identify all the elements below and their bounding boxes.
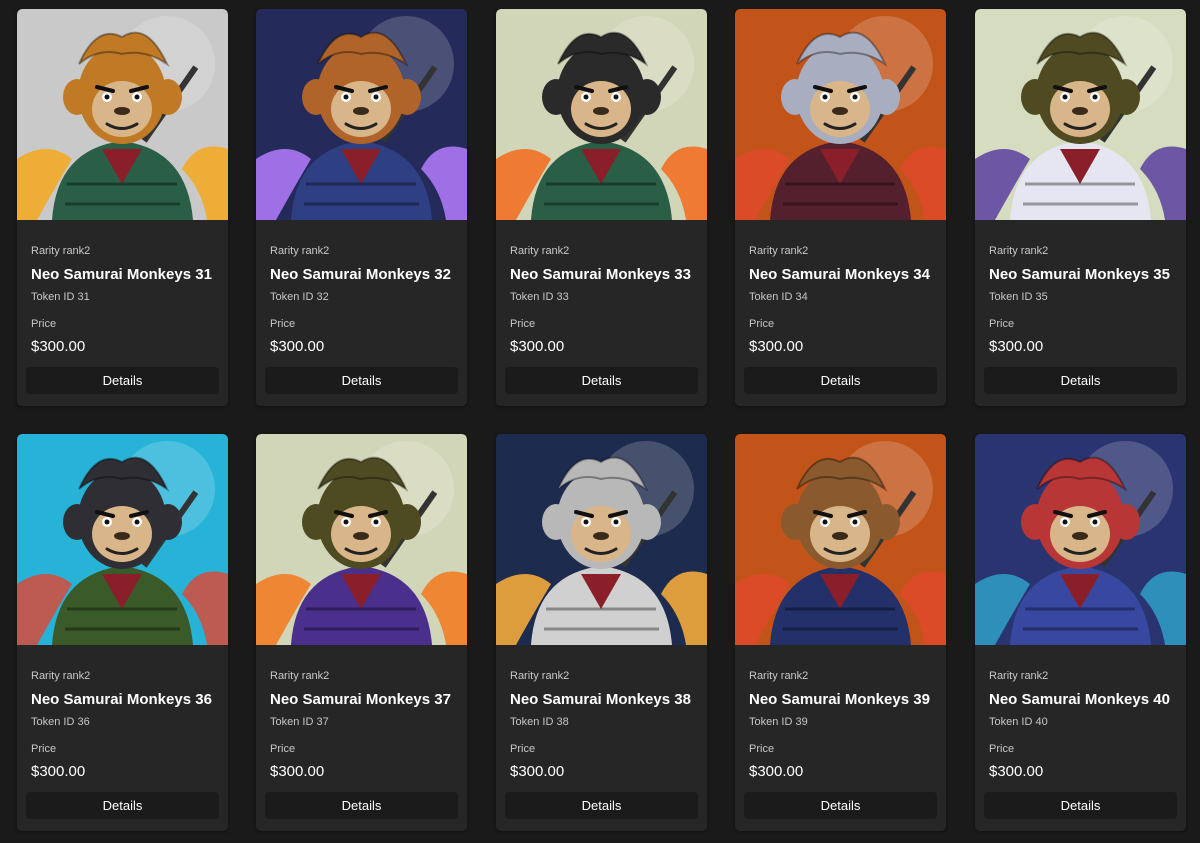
rarity-rank-label: Rarity rank2 (749, 670, 809, 682)
nft-title: Neo Samurai Monkeys 35 (989, 266, 1170, 283)
nft-artwork-image[interactable] (17, 9, 228, 220)
nft-artwork-image[interactable] (496, 434, 707, 645)
nft-title: Neo Samurai Monkeys 31 (31, 266, 212, 283)
rarity-rank-label: Rarity rank2 (270, 245, 330, 257)
token-id-label: Token ID 37 (270, 716, 329, 728)
nft-artwork-image[interactable] (496, 9, 707, 220)
nft-title: Neo Samurai Monkeys 37 (270, 691, 451, 708)
nft-card[interactable]: Rarity rank2 Neo Samurai Monkeys 31 Toke… (17, 9, 228, 406)
nft-card[interactable]: Rarity rank2 Neo Samurai Monkeys 33 Toke… (496, 9, 707, 406)
nft-artwork-image[interactable] (975, 434, 1186, 645)
token-id-label: Token ID 33 (510, 291, 569, 303)
nft-card[interactable]: Rarity rank2 Neo Samurai Monkeys 32 Toke… (256, 9, 467, 406)
price-value: $300.00 (31, 763, 86, 780)
nft-artwork-image[interactable] (735, 9, 946, 220)
nft-artwork-image[interactable] (256, 434, 467, 645)
price-label: Price (31, 318, 57, 330)
details-button[interactable]: Details (26, 792, 219, 819)
token-id-label: Token ID 40 (989, 716, 1048, 728)
price-label: Price (989, 318, 1015, 330)
nft-artwork-image[interactable] (735, 434, 946, 645)
nft-artwork-image[interactable] (256, 9, 467, 220)
token-id-label: Token ID 39 (749, 716, 808, 728)
price-label: Price (749, 318, 775, 330)
nft-card[interactable]: Rarity rank2 Neo Samurai Monkeys 39 Toke… (735, 434, 946, 831)
rarity-rank-label: Rarity rank2 (989, 670, 1049, 682)
nft-title: Neo Samurai Monkeys 32 (270, 266, 451, 283)
nft-artwork-image[interactable] (17, 434, 228, 645)
rarity-rank-label: Rarity rank2 (510, 670, 570, 682)
nft-title: Neo Samurai Monkeys 33 (510, 266, 691, 283)
nft-card[interactable]: Rarity rank2 Neo Samurai Monkeys 35 Toke… (975, 9, 1186, 406)
nft-title: Neo Samurai Monkeys 34 (749, 266, 930, 283)
details-button[interactable]: Details (984, 792, 1177, 819)
price-value: $300.00 (510, 763, 565, 780)
token-id-label: Token ID 34 (749, 291, 808, 303)
price-label: Price (270, 743, 296, 755)
price-label: Price (270, 318, 296, 330)
nft-card-grid: Rarity rank2 Neo Samurai Monkeys 31 Toke… (0, 0, 1200, 843)
nft-card[interactable]: Rarity rank2 Neo Samurai Monkeys 40 Toke… (975, 434, 1186, 831)
nft-title: Neo Samurai Monkeys 36 (31, 691, 212, 708)
nft-card[interactable]: Rarity rank2 Neo Samurai Monkeys 38 Toke… (496, 434, 707, 831)
nft-card[interactable]: Rarity rank2 Neo Samurai Monkeys 37 Toke… (256, 434, 467, 831)
token-id-label: Token ID 36 (31, 716, 90, 728)
price-value: $300.00 (749, 763, 804, 780)
price-value: $300.00 (749, 338, 804, 355)
details-button[interactable]: Details (744, 367, 937, 394)
rarity-rank-label: Rarity rank2 (31, 670, 91, 682)
price-label: Price (989, 743, 1015, 755)
nft-card[interactable]: Rarity rank2 Neo Samurai Monkeys 34 Toke… (735, 9, 946, 406)
rarity-rank-label: Rarity rank2 (749, 245, 809, 257)
price-value: $300.00 (31, 338, 86, 355)
rarity-rank-label: Rarity rank2 (31, 245, 91, 257)
details-button[interactable]: Details (505, 367, 698, 394)
details-button[interactable]: Details (26, 367, 219, 394)
details-button[interactable]: Details (265, 367, 458, 394)
nft-artwork-image[interactable] (975, 9, 1186, 220)
nft-title: Neo Samurai Monkeys 40 (989, 691, 1170, 708)
token-id-label: Token ID 31 (31, 291, 90, 303)
details-button[interactable]: Details (505, 792, 698, 819)
token-id-label: Token ID 38 (510, 716, 569, 728)
price-value: $300.00 (989, 763, 1044, 780)
price-label: Price (31, 743, 57, 755)
price-value: $300.00 (989, 338, 1044, 355)
details-button[interactable]: Details (744, 792, 937, 819)
details-button[interactable]: Details (984, 367, 1177, 394)
details-button[interactable]: Details (265, 792, 458, 819)
price-label: Price (749, 743, 775, 755)
token-id-label: Token ID 32 (270, 291, 329, 303)
nft-title: Neo Samurai Monkeys 39 (749, 691, 930, 708)
price-label: Price (510, 318, 536, 330)
price-value: $300.00 (270, 338, 325, 355)
nft-card[interactable]: Rarity rank2 Neo Samurai Monkeys 36 Toke… (17, 434, 228, 831)
rarity-rank-label: Rarity rank2 (510, 245, 570, 257)
rarity-rank-label: Rarity rank2 (270, 670, 330, 682)
nft-title: Neo Samurai Monkeys 38 (510, 691, 691, 708)
price-value: $300.00 (510, 338, 565, 355)
token-id-label: Token ID 35 (989, 291, 1048, 303)
rarity-rank-label: Rarity rank2 (989, 245, 1049, 257)
price-value: $300.00 (270, 763, 325, 780)
price-label: Price (510, 743, 536, 755)
